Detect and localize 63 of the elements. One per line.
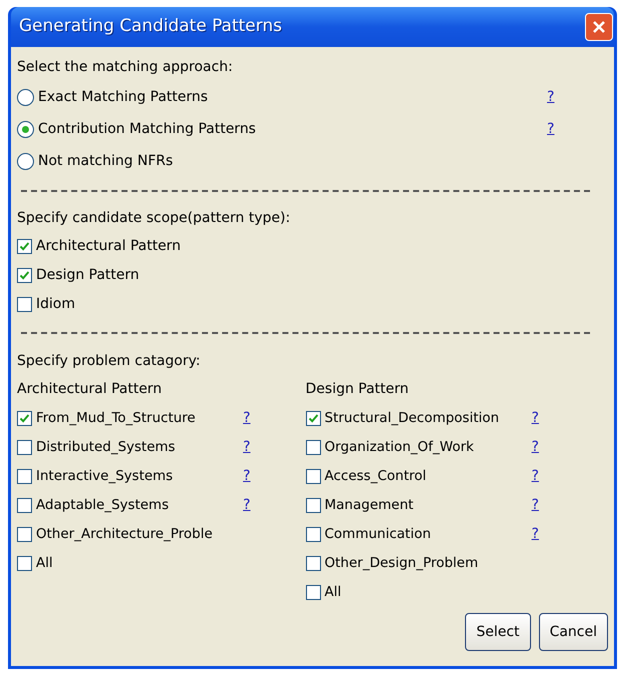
checkbox[interactable] [17, 239, 32, 254]
option-label: Other_Design_Problem [324, 554, 478, 574]
dialog-button[interactable]: Cancel [538, 613, 608, 651]
option-label: All [324, 583, 342, 602]
option-label: Communication [324, 525, 431, 544]
section-heading: Specify problem catagory: [17, 352, 202, 370]
checkbox[interactable] [17, 469, 32, 484]
checkbox[interactable] [306, 411, 320, 426]
option-label: Architectural Pattern [36, 237, 181, 256]
check-icon [19, 241, 30, 252]
checkbox[interactable] [306, 527, 320, 542]
option-label: All [36, 554, 53, 574]
option-label: Other_Architecture_Proble [36, 525, 213, 544]
radio-button[interactable] [17, 88, 34, 106]
help-link[interactable]: ? [547, 118, 554, 140]
section-heading: Select the matching approach: [17, 58, 234, 76]
checkbox[interactable] [17, 556, 32, 571]
column-heading: Design Pattern [306, 380, 410, 399]
checkbox[interactable] [306, 469, 320, 484]
option-label: Access_Control [324, 467, 426, 486]
option-label: From_Mud_To_Structure [36, 409, 196, 428]
option-label: Not matching NFRs [38, 152, 173, 170]
help-link[interactable]: ? [532, 495, 539, 516]
help-link[interactable]: ? [243, 495, 250, 516]
section-heading: Specify candidate scope(pattern type): [17, 209, 292, 228]
checkbox[interactable] [17, 297, 32, 312]
checkbox[interactable] [306, 440, 320, 455]
option-label: Management [324, 496, 414, 516]
check-icon [19, 270, 30, 281]
dialog-button[interactable]: Select [465, 613, 531, 651]
check-icon [308, 413, 318, 424]
option-label: Idiom [36, 295, 76, 314]
checkbox[interactable] [17, 268, 32, 283]
checkbox[interactable] [306, 498, 320, 513]
help-link[interactable]: ? [547, 86, 554, 108]
option-label: Design Pattern [36, 266, 140, 285]
checkbox[interactable] [17, 527, 32, 542]
help-link[interactable]: ? [532, 524, 539, 545]
close-icon [591, 19, 607, 35]
help-link[interactable]: ? [243, 408, 250, 429]
window-title: Generating Candidate Patterns [19, 15, 282, 38]
help-link[interactable]: ? [532, 437, 539, 458]
radio-button[interactable] [17, 120, 34, 138]
help-link[interactable]: ? [243, 437, 250, 458]
option-label: Distributed_Systems [36, 438, 176, 458]
option-label: Exact Matching Patterns [38, 88, 208, 106]
help-link[interactable]: ? [532, 408, 539, 429]
help-link[interactable]: ? [243, 466, 250, 487]
column-heading: Architectural Pattern [17, 380, 163, 399]
option-label: Adaptable_Systems [36, 496, 169, 516]
close-button[interactable] [585, 13, 613, 41]
checkbox[interactable] [17, 411, 32, 426]
option-label: Structural_Decomposition [324, 409, 500, 428]
checkbox[interactable] [17, 440, 32, 455]
checkbox[interactable] [306, 556, 320, 571]
radio-button[interactable] [17, 152, 34, 170]
checkbox[interactable] [17, 498, 32, 513]
option-label: Interactive_Systems [36, 467, 173, 486]
checkbox[interactable] [306, 585, 320, 600]
option-label: Contribution Matching Patterns [38, 120, 256, 138]
help-link[interactable]: ? [532, 466, 539, 487]
check-icon [19, 413, 30, 424]
option-label: Organization_Of_Work [324, 438, 474, 458]
